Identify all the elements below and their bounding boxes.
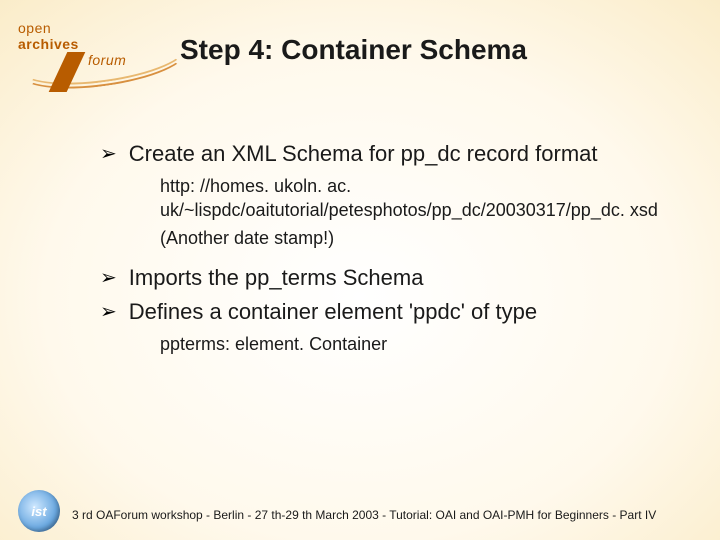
bullet-text: Defines a container element 'ppdc' of ty…	[129, 298, 537, 326]
footer-text: 3 rd OAForum workshop - Berlin - 27 th-2…	[72, 508, 656, 522]
open-archives-logo: open archives forum	[18, 20, 168, 80]
bullet-arrow-icon: ➢	[100, 298, 117, 326]
bullet-text: Create an XML Schema for pp_dc record fo…	[129, 140, 598, 168]
slide: open archives forum Step 4: Container Sc…	[0, 0, 720, 540]
bullet-text: Imports the pp_terms Schema	[129, 264, 424, 292]
slide-content: ➢ Create an XML Schema for pp_dc record …	[100, 140, 680, 360]
bullet-item: ➢ Defines a container element 'ppdc' of …	[100, 298, 680, 326]
footer: ist 3 rd OAForum workshop - Berlin - 27 …	[0, 500, 720, 540]
bullet-arrow-icon: ➢	[100, 264, 117, 292]
bullet-arrow-icon: ➢	[100, 140, 117, 168]
bullet-sub-text: (Another date stamp!)	[160, 226, 680, 250]
slide-title: Step 4: Container Schema	[180, 34, 527, 66]
ist-logo-text: ist	[31, 504, 46, 519]
bullet-sub-text: http: //homes. ukoln. ac. uk/~lispdc/oai…	[160, 174, 680, 222]
bullet-item: ➢ Create an XML Schema for pp_dc record …	[100, 140, 680, 168]
ist-logo-icon: ist	[18, 490, 60, 532]
bullet-sub-text: ppterms: element. Container	[160, 332, 680, 356]
bullet-item: ➢ Imports the pp_terms Schema	[100, 264, 680, 292]
header: open archives forum Step 4: Container Sc…	[0, 0, 720, 100]
